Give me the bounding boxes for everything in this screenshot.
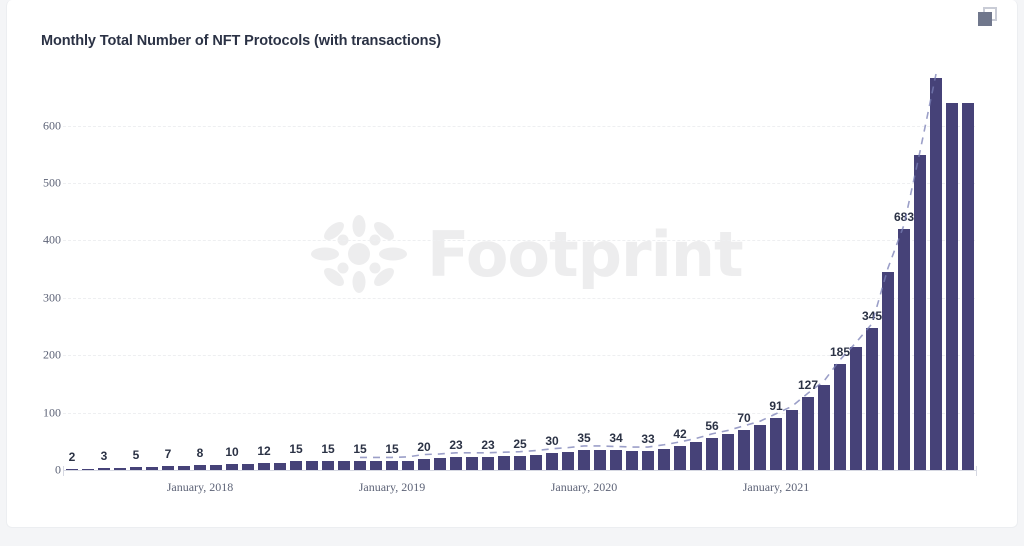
bar-value-label: 35 xyxy=(577,430,591,445)
bar[interactable] xyxy=(273,462,287,470)
bar-value-label: 7 xyxy=(164,446,172,461)
x-axis-line xyxy=(63,470,977,471)
bar[interactable] xyxy=(305,461,319,470)
x-axis-tick-end xyxy=(976,466,977,476)
bar[interactable] xyxy=(321,461,335,470)
x-axis-tick-label: January, 2021 xyxy=(742,480,810,494)
bar[interactable] xyxy=(657,448,671,470)
bar[interactable] xyxy=(545,452,559,470)
bar[interactable] xyxy=(945,102,959,470)
bar-value-label: 20 xyxy=(417,439,431,454)
bar[interactable] xyxy=(801,397,815,470)
bar[interactable] xyxy=(625,451,639,470)
bar-value-label: 15 xyxy=(353,442,367,457)
bar[interactable] xyxy=(353,461,367,470)
bar[interactable] xyxy=(849,346,863,470)
bar[interactable] xyxy=(785,410,799,470)
bar-value-label: 23 xyxy=(481,437,495,452)
bar-value-label: 185 xyxy=(829,344,851,359)
bar-value-label: 70 xyxy=(737,410,751,425)
bar[interactable] xyxy=(449,456,463,470)
bar[interactable] xyxy=(929,78,943,470)
bar-value-label: 345 xyxy=(861,308,883,323)
bar-value-label: 30 xyxy=(545,433,559,448)
bar[interactable] xyxy=(705,437,719,470)
bar-value-label: 10 xyxy=(225,445,239,460)
bar-series: 2 3 5 7 8 10 12 15 15 15 15 20 23 23 25 30 35 34 33 42 56 70 9… xyxy=(7,0,1019,528)
bar-value-label: 25 xyxy=(513,436,527,451)
bar-value-label: 5 xyxy=(132,448,140,463)
bar[interactable] xyxy=(753,425,767,470)
bar[interactable] xyxy=(689,442,703,470)
bar[interactable] xyxy=(961,102,975,470)
chart-card: Monthly Total Number of NFT Protocols (w… xyxy=(6,0,1018,528)
bar-value-label: 56 xyxy=(705,418,719,433)
bar-value-label: 8 xyxy=(196,446,204,461)
bar[interactable] xyxy=(641,451,655,470)
bar-value-label: 91 xyxy=(769,398,783,413)
bar[interactable] xyxy=(481,456,495,470)
bar[interactable] xyxy=(257,463,271,470)
bar-value-label: 34 xyxy=(609,431,623,446)
bar[interactable] xyxy=(401,460,415,470)
bar-value-label: 12 xyxy=(257,444,271,459)
bar-value-label: 683 xyxy=(893,209,915,224)
x-axis-tick-label: January, 2019 xyxy=(358,480,426,494)
bar-value-label: 33 xyxy=(641,432,655,447)
bar[interactable] xyxy=(593,449,607,470)
x-axis-tick-start xyxy=(63,466,64,476)
bar[interactable] xyxy=(833,363,847,470)
bar[interactable] xyxy=(609,450,623,470)
bar[interactable] xyxy=(529,454,543,470)
bar[interactable] xyxy=(817,385,831,470)
bar[interactable] xyxy=(913,155,927,470)
bar[interactable] xyxy=(289,461,303,470)
bar[interactable] xyxy=(865,327,879,470)
bar-value-label: 3 xyxy=(100,449,108,464)
bar-value-label: 2 xyxy=(68,449,76,464)
bar[interactable] xyxy=(369,461,383,470)
chart-plot: Footprint 0 100 200 300 400 500 600 2 3 5 7 8 10 12 1… xyxy=(7,0,1019,528)
bar[interactable] xyxy=(881,271,895,470)
bar[interactable] xyxy=(337,461,351,470)
bar[interactable] xyxy=(737,429,751,470)
bar[interactable] xyxy=(897,228,911,470)
bar[interactable] xyxy=(433,457,447,470)
bar-value-label: 15 xyxy=(289,442,303,457)
bar-value-label: 15 xyxy=(385,442,399,457)
bar[interactable] xyxy=(769,417,783,470)
x-axis-tick-label: January, 2020 xyxy=(550,480,618,494)
bar[interactable] xyxy=(385,461,399,470)
bar[interactable] xyxy=(513,455,527,470)
bar-value-label: 15 xyxy=(321,442,335,457)
bar[interactable] xyxy=(673,445,687,470)
bar-value-label: 23 xyxy=(449,437,463,452)
bar[interactable] xyxy=(465,456,479,470)
bar[interactable] xyxy=(561,451,575,470)
bar[interactable] xyxy=(721,434,735,470)
bar[interactable] xyxy=(497,456,511,470)
bar-value-label: 127 xyxy=(797,378,819,393)
x-axis-tick-label: January, 2018 xyxy=(166,480,234,494)
bar[interactable] xyxy=(417,458,431,470)
bar-value-label: 42 xyxy=(673,426,687,441)
bar[interactable] xyxy=(577,449,591,470)
